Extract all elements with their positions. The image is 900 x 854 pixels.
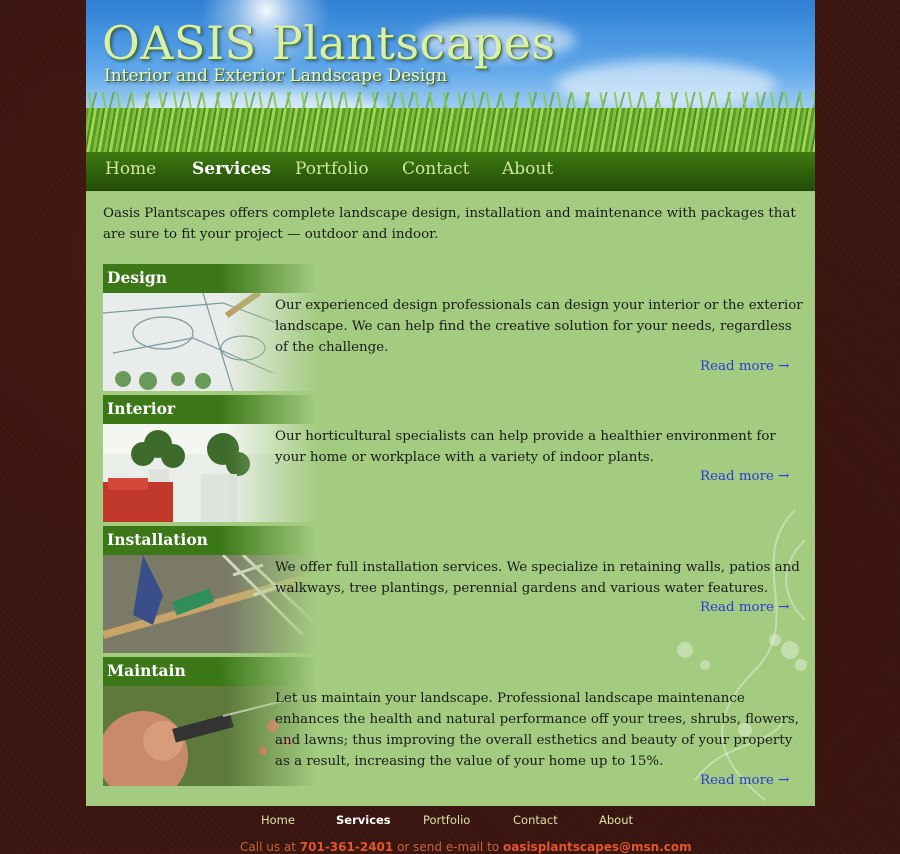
- read-more-link[interactable]: Read more →: [700, 600, 789, 615]
- service-maintain: Maintain Let us maintain your landscape.…: [103, 657, 803, 807]
- service-installation: Installation We offer full installation …: [103, 526, 803, 656]
- footer-email-link[interactable]: oasisplantscapes@msn.com: [503, 840, 692, 854]
- read-more-link[interactable]: Read more →: [700, 773, 789, 788]
- site-logo-title[interactable]: OASIS Plantscapes: [102, 16, 556, 70]
- footer-nav: Home Services Portfolio Contact About: [0, 813, 900, 833]
- read-more-link[interactable]: Read more →: [700, 359, 789, 374]
- nav-services-link[interactable]: Services: [192, 159, 271, 179]
- service-title: Maintain: [107, 661, 186, 680]
- service-title: Interior: [107, 399, 176, 418]
- nav-about-link[interactable]: About: [502, 159, 553, 179]
- service-interior: Interior Our horticultural specialists c…: [103, 395, 803, 525]
- footer-contact-link[interactable]: Contact: [513, 813, 558, 827]
- footer-about-link[interactable]: About: [599, 813, 633, 827]
- grass-strip: [86, 108, 815, 152]
- nav-contact-link[interactable]: Contact: [402, 159, 470, 179]
- service-description: Our experienced design professionals can…: [275, 298, 803, 355]
- nav-home-link[interactable]: Home: [105, 159, 156, 179]
- footer-home-link[interactable]: Home: [261, 813, 295, 827]
- service-header-bar: Design: [103, 264, 317, 293]
- service-header-bar: Installation: [103, 526, 317, 555]
- site-tagline: Interior and Exterior Landscape Design: [104, 66, 448, 86]
- service-description: Let us maintain your landscape. Professi…: [275, 691, 800, 769]
- service-description: Our horticultural specialists can help p…: [275, 429, 776, 465]
- footer-portfolio-link[interactable]: Portfolio: [423, 813, 470, 827]
- read-more-link[interactable]: Read more →: [700, 469, 789, 484]
- footer-contact: Call us at 701-361-2401 or send e-mail t…: [240, 840, 692, 854]
- service-description: We offer full installation services. We …: [275, 560, 800, 596]
- page-container: OASIS Plantscapes Interior and Exterior …: [86, 0, 815, 806]
- nav-portfolio-link[interactable]: Portfolio: [295, 159, 369, 179]
- footer-contact-prefix: Call us at: [240, 840, 296, 854]
- footer-services-link[interactable]: Services: [336, 813, 391, 827]
- main-nav: Home Services Portfolio Contact About: [86, 152, 815, 191]
- service-design: Design Our experienced design profession…: [103, 264, 803, 394]
- intro-text: Oasis Plantscapes offers complete landsc…: [103, 206, 796, 242]
- service-title: Design: [107, 268, 168, 287]
- site-header: OASIS Plantscapes Interior and Exterior …: [86, 0, 815, 152]
- service-header-bar: Interior: [103, 395, 317, 424]
- service-title: Installation: [107, 530, 208, 549]
- footer-phone[interactable]: 701-361-2401: [300, 840, 393, 854]
- footer-contact-middle: or send e-mail to: [397, 840, 500, 854]
- service-header-bar: Maintain: [103, 657, 317, 686]
